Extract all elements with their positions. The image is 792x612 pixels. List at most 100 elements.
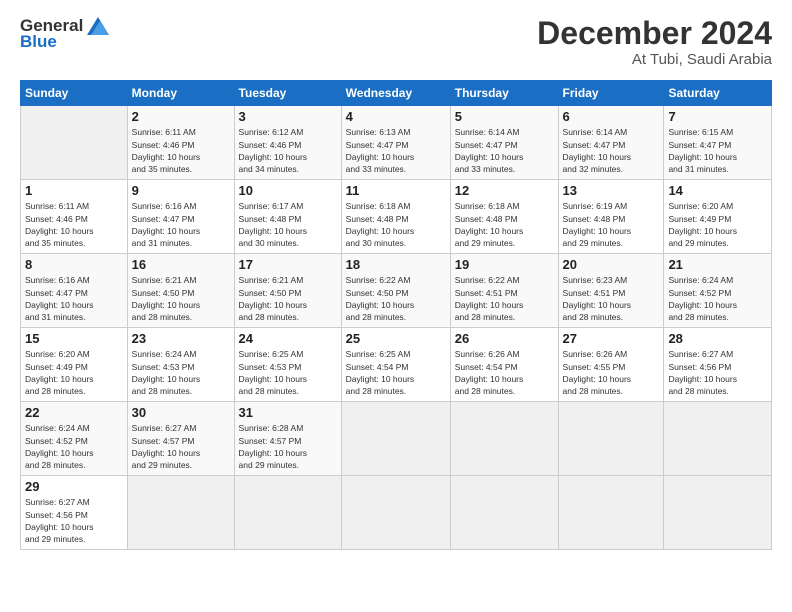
location-text: At Tubi, Saudi Arabia <box>537 51 772 68</box>
day-number: 24 <box>239 331 337 346</box>
calendar-cell: 27 Sunrise: 6:26 AM Sunset: 4:55 PM Dayli… <box>558 328 664 402</box>
calendar-cell: 29Sunrise: 6:27 AM Sunset: 4:56 PM Dayli… <box>21 476 128 550</box>
calendar-cell: 22 Sunrise: 6:24 AM Sunset: 4:52 PM Dayli… <box>21 402 128 476</box>
calendar-cell: 2Sunrise: 6:11 AM Sunset: 4:46 PM Daylig… <box>127 106 234 180</box>
month-title: December 2024 <box>537 16 772 51</box>
calendar-cell: 17 Sunrise: 6:21 AM Sunset: 4:50 PM Dayli… <box>234 254 341 328</box>
header-friday: Friday <box>558 81 664 106</box>
calendar-cell <box>341 476 450 550</box>
calendar-cell: 4Sunrise: 6:13 AM Sunset: 4:47 PM Daylig… <box>341 106 450 180</box>
day-number: 5 <box>455 109 554 124</box>
calendar-cell: 19 Sunrise: 6:22 AM Sunset: 4:51 PM Dayli… <box>450 254 558 328</box>
day-info: Sunrise: 6:21 AM Sunset: 4:50 PM Dayligh… <box>132 274 230 323</box>
day-info: Sunrise: 6:17 AM Sunset: 4:48 PM Dayligh… <box>239 200 337 249</box>
day-number: 27 <box>563 331 660 346</box>
day-info: Sunrise: 6:11 AM Sunset: 4:46 PM Dayligh… <box>132 126 230 175</box>
calendar-cell: 6 Sunrise: 6:14 AM Sunset: 4:47 PM Daylig… <box>558 106 664 180</box>
header-saturday: Saturday <box>664 81 772 106</box>
calendar-cell <box>664 476 772 550</box>
day-number: 10 <box>239 183 337 198</box>
calendar-cell: 20Sunrise: 6:23 AM Sunset: 4:51 PM Dayli… <box>558 254 664 328</box>
calendar-cell: 21 Sunrise: 6:24 AM Sunset: 4:52 PM Dayli… <box>664 254 772 328</box>
day-number: 30 <box>132 405 230 420</box>
day-number: 7 <box>668 109 767 124</box>
header-monday: Monday <box>127 81 234 106</box>
day-info: Sunrise: 6:14 AM Sunset: 4:47 PM Dayligh… <box>563 126 660 175</box>
calendar-cell: 15 Sunrise: 6:20 AM Sunset: 4:49 PM Dayli… <box>21 328 128 402</box>
calendar-cell <box>664 402 772 476</box>
calendar-cell: 5 Sunrise: 6:14 AM Sunset: 4:47 PM Daylig… <box>450 106 558 180</box>
day-number: 17 <box>239 257 337 272</box>
day-number: 21 <box>668 257 767 272</box>
day-info: Sunrise: 6:15 AM Sunset: 4:47 PM Dayligh… <box>668 126 767 175</box>
day-number: 14 <box>668 183 767 198</box>
day-info: Sunrise: 6:21 AM Sunset: 4:50 PM Dayligh… <box>239 274 337 323</box>
day-info: Sunrise: 6:19 AM Sunset: 4:48 PM Dayligh… <box>563 200 660 249</box>
header-sunday: Sunday <box>21 81 128 106</box>
calendar-cell: 13 Sunrise: 6:19 AM Sunset: 4:48 PM Dayli… <box>558 180 664 254</box>
day-info: Sunrise: 6:20 AM Sunset: 4:49 PM Dayligh… <box>25 348 123 397</box>
calendar-cell <box>341 402 450 476</box>
calendar-week-5: 22 Sunrise: 6:24 AM Sunset: 4:52 PM Dayli… <box>21 402 772 476</box>
day-number: 19 <box>455 257 554 272</box>
day-number: 6 <box>563 109 660 124</box>
day-number: 3 <box>239 109 337 124</box>
day-info: Sunrise: 6:27 AM Sunset: 4:56 PM Dayligh… <box>668 348 767 397</box>
day-number: 23 <box>132 331 230 346</box>
calendar-cell: 30Sunrise: 6:27 AM Sunset: 4:57 PM Dayli… <box>127 402 234 476</box>
day-info: Sunrise: 6:12 AM Sunset: 4:46 PM Dayligh… <box>239 126 337 175</box>
calendar-cell: 8 Sunrise: 6:16 AM Sunset: 4:47 PM Daylig… <box>21 254 128 328</box>
calendar-week-1: 2Sunrise: 6:11 AM Sunset: 4:46 PM Daylig… <box>21 106 772 180</box>
day-info: Sunrise: 6:14 AM Sunset: 4:47 PM Dayligh… <box>455 126 554 175</box>
day-number: 26 <box>455 331 554 346</box>
day-info: Sunrise: 6:16 AM Sunset: 4:47 PM Dayligh… <box>25 274 123 323</box>
day-info: Sunrise: 6:26 AM Sunset: 4:55 PM Dayligh… <box>563 348 660 397</box>
day-info: Sunrise: 6:24 AM Sunset: 4:52 PM Dayligh… <box>668 274 767 323</box>
day-info: Sunrise: 6:25 AM Sunset: 4:53 PM Dayligh… <box>239 348 337 397</box>
day-number: 1 <box>25 183 123 198</box>
calendar-cell: 7 Sunrise: 6:15 AM Sunset: 4:47 PM Daylig… <box>664 106 772 180</box>
header-thursday: Thursday <box>450 81 558 106</box>
day-number: 15 <box>25 331 123 346</box>
day-info: Sunrise: 6:22 AM Sunset: 4:50 PM Dayligh… <box>346 274 446 323</box>
day-info: Sunrise: 6:24 AM Sunset: 4:52 PM Dayligh… <box>25 422 123 471</box>
day-number: 16 <box>132 257 230 272</box>
calendar-cell: 9 Sunrise: 6:16 AM Sunset: 4:47 PM Daylig… <box>127 180 234 254</box>
page-container: General Blue December 2024 At Tubi, Saud… <box>0 0 792 560</box>
calendar-cell: 1 Sunrise: 6:11 AM Sunset: 4:46 PM Daylig… <box>21 180 128 254</box>
day-number: 22 <box>25 405 123 420</box>
day-number: 31 <box>239 405 337 420</box>
calendar-cell <box>450 402 558 476</box>
day-info: Sunrise: 6:16 AM Sunset: 4:47 PM Dayligh… <box>132 200 230 249</box>
calendar-cell: 14Sunrise: 6:20 AM Sunset: 4:49 PM Dayli… <box>664 180 772 254</box>
day-number: 11 <box>346 183 446 198</box>
calendar-cell: 23 Sunrise: 6:24 AM Sunset: 4:53 PM Dayli… <box>127 328 234 402</box>
day-number: 13 <box>563 183 660 198</box>
calendar-cell: 11 Sunrise: 6:18 AM Sunset: 4:48 PM Dayli… <box>341 180 450 254</box>
day-info: Sunrise: 6:11 AM Sunset: 4:46 PM Dayligh… <box>25 200 123 249</box>
day-info: Sunrise: 6:22 AM Sunset: 4:51 PM Dayligh… <box>455 274 554 323</box>
day-info: Sunrise: 6:18 AM Sunset: 4:48 PM Dayligh… <box>346 200 446 249</box>
day-number: 8 <box>25 257 123 272</box>
calendar-cell: 18 Sunrise: 6:22 AM Sunset: 4:50 PM Dayli… <box>341 254 450 328</box>
calendar-week-6: 29Sunrise: 6:27 AM Sunset: 4:56 PM Dayli… <box>21 476 772 550</box>
calendar-table: Sunday Monday Tuesday Wednesday Thursday… <box>20 80 772 550</box>
day-number: 28 <box>668 331 767 346</box>
day-info: Sunrise: 6:18 AM Sunset: 4:48 PM Dayligh… <box>455 200 554 249</box>
day-number: 25 <box>346 331 446 346</box>
day-info: Sunrise: 6:28 AM Sunset: 4:57 PM Dayligh… <box>239 422 337 471</box>
days-header-row: Sunday Monday Tuesday Wednesday Thursday… <box>21 81 772 106</box>
day-info: Sunrise: 6:27 AM Sunset: 4:56 PM Dayligh… <box>25 496 123 545</box>
calendar-cell <box>21 106 128 180</box>
calendar-week-2: 1 Sunrise: 6:11 AM Sunset: 4:46 PM Daylig… <box>21 180 772 254</box>
calendar-week-4: 15 Sunrise: 6:20 AM Sunset: 4:49 PM Dayli… <box>21 328 772 402</box>
day-number: 9 <box>132 183 230 198</box>
calendar-cell: 24 Sunrise: 6:25 AM Sunset: 4:53 PM Dayli… <box>234 328 341 402</box>
day-number: 18 <box>346 257 446 272</box>
calendar-week-3: 8 Sunrise: 6:16 AM Sunset: 4:47 PM Daylig… <box>21 254 772 328</box>
calendar-cell: 28 Sunrise: 6:27 AM Sunset: 4:56 PM Dayli… <box>664 328 772 402</box>
calendar-cell: 16 Sunrise: 6:21 AM Sunset: 4:50 PM Dayli… <box>127 254 234 328</box>
header-tuesday: Tuesday <box>234 81 341 106</box>
day-number: 4 <box>346 109 446 124</box>
day-info: Sunrise: 6:24 AM Sunset: 4:53 PM Dayligh… <box>132 348 230 397</box>
